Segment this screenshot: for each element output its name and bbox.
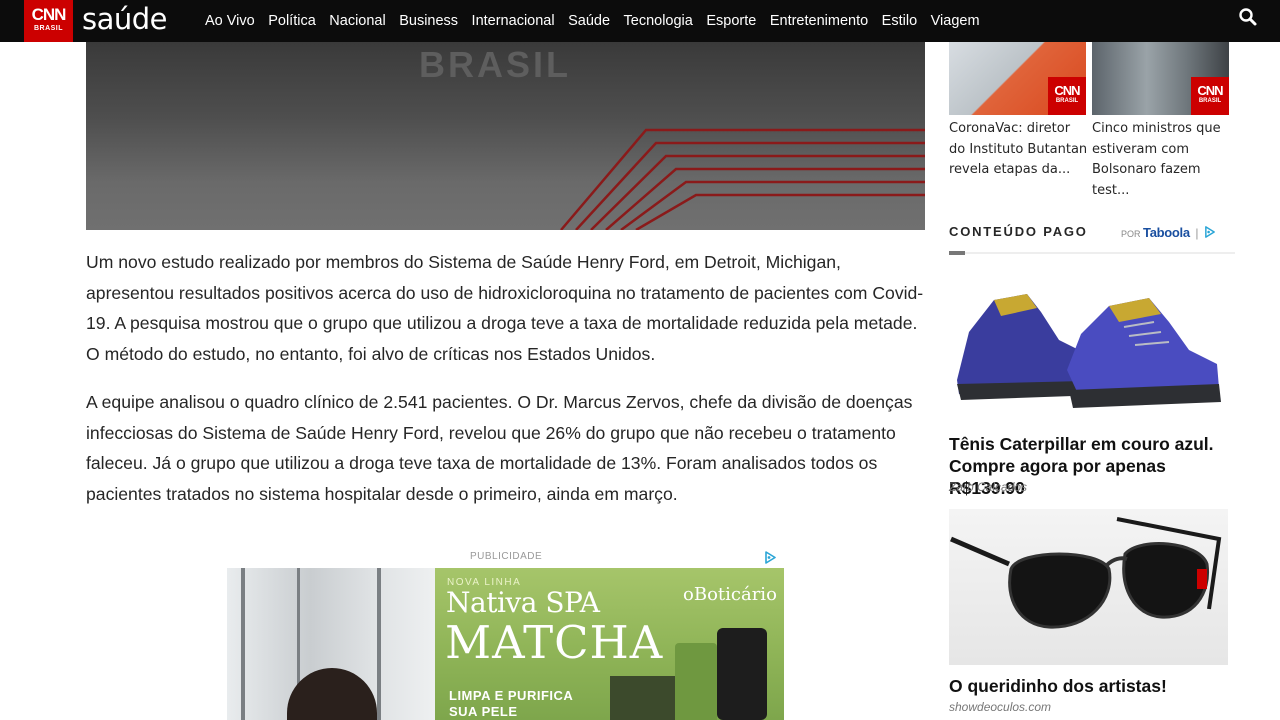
adchoices-icon[interactable]	[764, 551, 777, 564]
nav-item-politica[interactable]: Política	[268, 13, 316, 29]
nav-item-business[interactable]: Business	[399, 13, 458, 29]
section-name[interactable]: saúde	[82, 1, 168, 37]
related-headline-1[interactable]: CoronaVac: diretor do Instituto Butantan…	[949, 119, 1089, 181]
ad-photo	[227, 568, 435, 720]
cnn-brasil-badge: CNN BRASIL	[1048, 77, 1086, 115]
badge-cnn-text: CNN	[1054, 83, 1080, 98]
ad-headline-2: MATCHA	[445, 616, 664, 669]
related-headline-2[interactable]: Cinco ministros que estiveram com Bolson…	[1092, 119, 1232, 201]
badge-cnn-text: CNN	[1197, 83, 1223, 98]
taboola-logo: Taboola	[1143, 225, 1190, 240]
top-navigation-bar: CNN BRASIL saúde Ao Vivo Política Nacion…	[0, 0, 1280, 42]
logo-brasil-text: BRASIL	[33, 25, 64, 32]
main-nav: Ao Vivo Política Nacional Business Inter…	[205, 0, 993, 42]
badge-brasil-text: BRASIL	[1198, 98, 1222, 104]
badge-brasil-text: BRASIL	[1055, 98, 1079, 104]
ad-brand: oBoticário	[683, 584, 777, 605]
ad-product-tube	[675, 643, 717, 720]
sunglasses-illustration	[950, 517, 1222, 629]
sponsored-title-2[interactable]: O queridinho dos artistas!	[949, 675, 1229, 697]
ad-product-bottle	[717, 628, 767, 720]
nav-item-nacional[interactable]: Nacional	[329, 13, 385, 29]
sponsored-source-1[interactable]: Zarb Calçados	[949, 480, 1027, 494]
article-paragraph-2: A equipe analisou o quadro clínico de 2.…	[86, 392, 913, 504]
taboola-attribution[interactable]: POR Taboola |	[1121, 225, 1216, 240]
logo-cnn-text: CNN	[31, 5, 67, 24]
article-hero-image: BRASIL	[86, 42, 925, 230]
advertisement-banner[interactable]: NOVA LINHA Nativa SPA MATCHA oBoticário …	[227, 568, 784, 720]
article-paragraph-1: Um novo estudo realizado por membros do …	[86, 252, 924, 364]
nav-item-esporte[interactable]: Esporte	[706, 13, 756, 29]
paid-content-title: CONTEÚDO PAGO	[949, 224, 1088, 239]
ad-tagline-1: LIMPA E PURIFICA	[449, 688, 574, 703]
cnn-brasil-logo[interactable]: CNN BRASIL	[24, 0, 73, 42]
ad-tagline: LIMPA E PURIFICA SUA PELE	[449, 688, 573, 720]
ad-headline-1: Nativa SPA	[446, 586, 600, 619]
search-icon[interactable]	[1238, 7, 1258, 27]
cnn-brasil-badge: CNN BRASIL	[1191, 77, 1229, 115]
nav-item-saude[interactable]: Saúde	[568, 13, 610, 29]
taboola-by: POR	[1121, 229, 1141, 239]
nav-item-entretenimento[interactable]: Entretenimento	[770, 13, 868, 29]
sponsored-image-sunglasses[interactable]	[949, 509, 1228, 665]
nav-item-estilo[interactable]: Estilo	[882, 13, 917, 29]
ad-model-figure	[287, 668, 377, 720]
paid-content-divider	[949, 252, 1235, 254]
nav-item-viagem[interactable]: Viagem	[931, 13, 980, 29]
related-thumbnail-1[interactable]: CNN BRASIL	[949, 42, 1086, 115]
paid-content-divider-accent	[949, 251, 965, 255]
adchoices-icon[interactable]	[1204, 226, 1216, 238]
ad-product-panel: NOVA LINHA Nativa SPA MATCHA oBoticário …	[435, 568, 784, 720]
nav-item-tecnologia[interactable]: Tecnologia	[624, 13, 693, 29]
taboola-separator: |	[1195, 226, 1199, 240]
sponsored-source-2[interactable]: showdeoculos.com	[949, 700, 1051, 714]
nav-item-ao-vivo[interactable]: Ao Vivo	[205, 13, 255, 29]
related-thumbnail-2[interactable]: CNN BRASIL	[1092, 42, 1229, 115]
ad-tagline-2: SUA PELE	[449, 704, 518, 719]
nav-item-internacional[interactable]: Internacional	[472, 13, 555, 29]
shoes-illustration	[957, 294, 1221, 408]
hero-red-stripes	[560, 128, 925, 230]
sponsored-image-shoes[interactable]	[949, 272, 1228, 420]
ad-label: PUBLICIDADE	[470, 551, 543, 562]
